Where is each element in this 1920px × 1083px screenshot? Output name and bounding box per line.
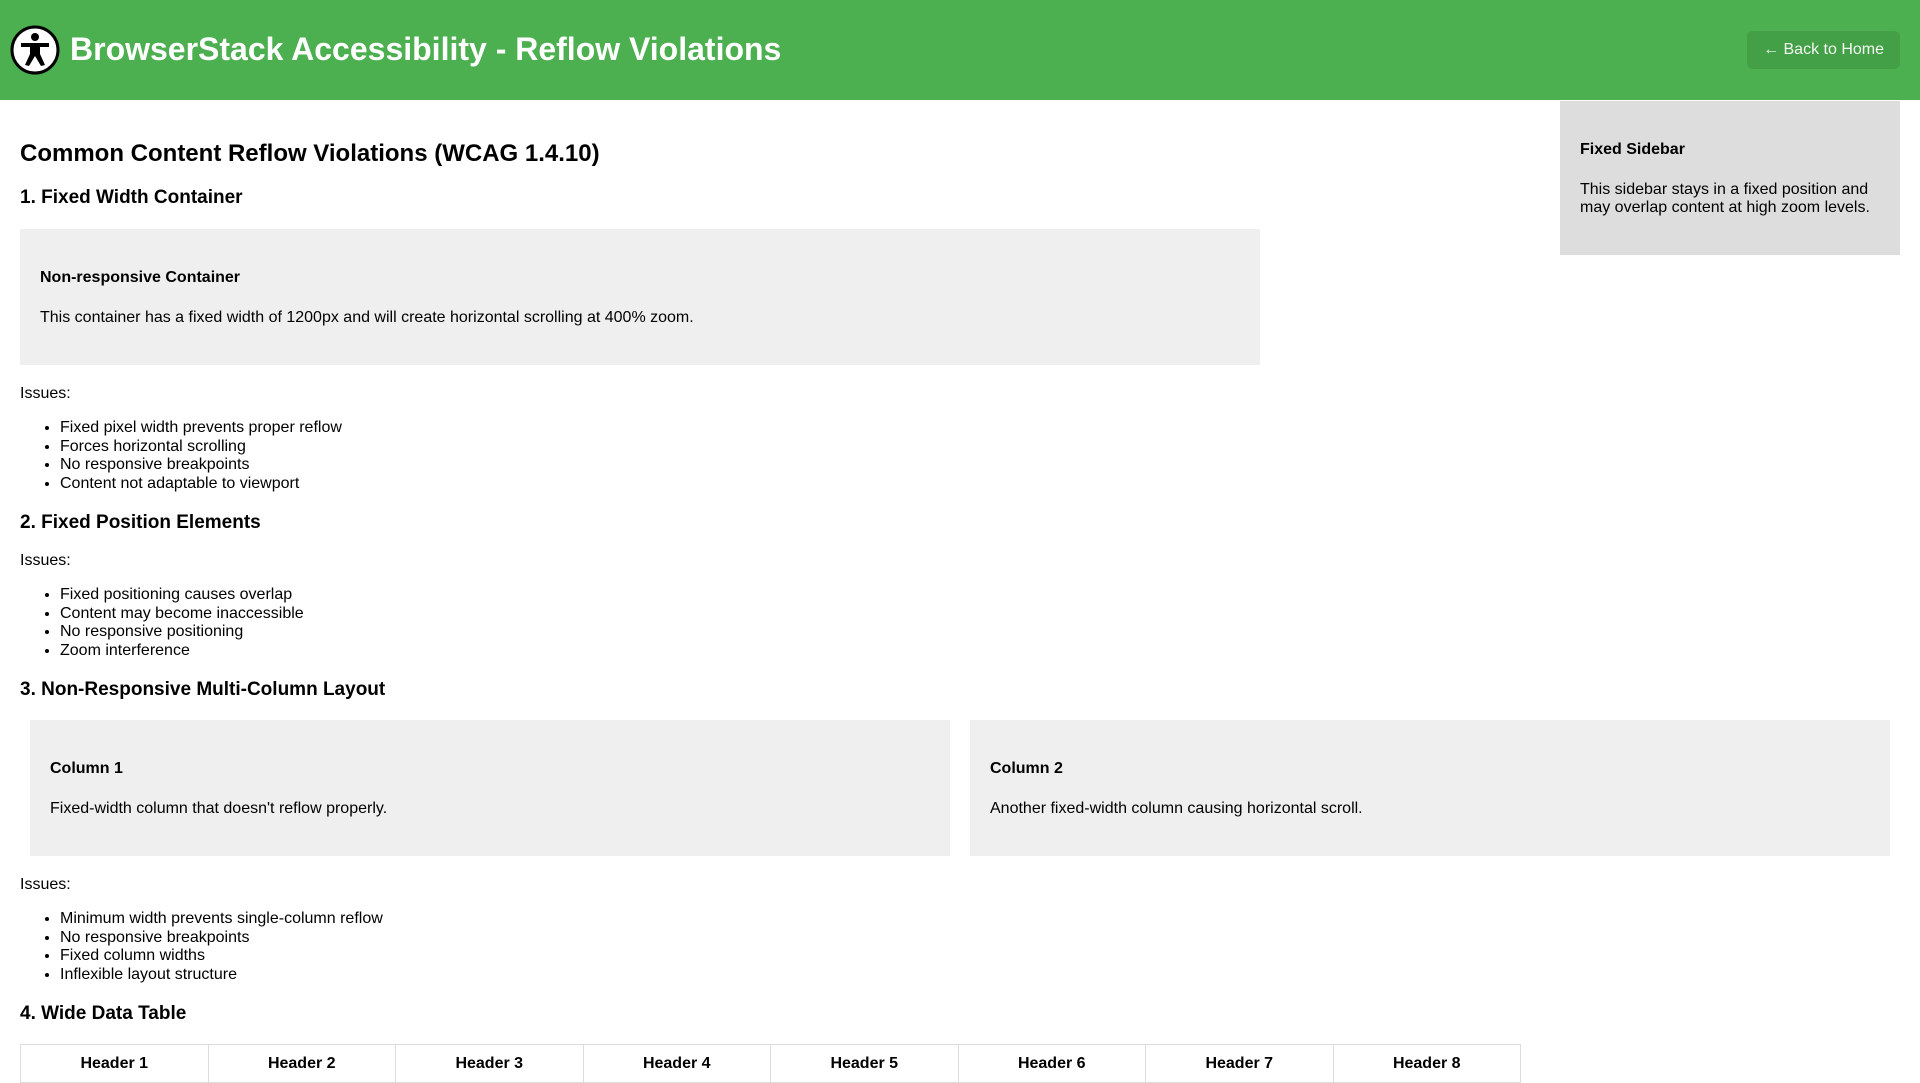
section-title-fixed-width: 1. Fixed Width Container <box>20 187 243 208</box>
column-box: Column 1 Fixed-width column that doesn't… <box>30 720 950 856</box>
table-header-cell: Header 5 <box>770 1044 959 1083</box>
fixed-sidebar: Fixed Sidebar This sidebar stays in a fi… <box>1560 101 1900 255</box>
container-title: Non-responsive Container <box>40 269 241 286</box>
list-item: No responsive breakpoints <box>60 929 383 948</box>
sidebar-text: This sidebar stays in a fixed position a… <box>1580 181 1870 216</box>
list-item: No responsive breakpoints <box>60 456 342 475</box>
column-text: Another fixed-width column causing horiz… <box>990 800 1363 817</box>
non-responsive-container: Non-responsive Container This container … <box>20 229 1260 365</box>
container-text: This container has a fixed width of 1200… <box>40 309 694 326</box>
list-item: Zoom interference <box>60 642 304 661</box>
list-item: Minimum width prevents single-column ref… <box>60 910 383 929</box>
top-bar: BrowserStack Accessibility - Reflow Viol… <box>0 0 1920 100</box>
column-title: Column 2 <box>990 760 1063 777</box>
table-header-cell: Header 7 <box>1145 1044 1334 1083</box>
issues-list: Fixed positioning causes overlap Content… <box>20 586 304 660</box>
issues-list: Fixed pixel width prevents proper reflow… <box>20 419 342 493</box>
section-title-multi-column: 3. Non-Responsive Multi-Column Layout <box>20 679 386 700</box>
list-item: Fixed positioning causes overlap <box>60 586 304 605</box>
issues-list: Minimum width prevents single-column ref… <box>20 910 383 984</box>
page-heading: Common Content Reflow Violations (WCAG 1… <box>20 140 600 167</box>
column-title: Column 1 <box>50 760 123 777</box>
app-title: BrowserStack Accessibility - Reflow Viol… <box>70 31 782 67</box>
list-item: Content may become inaccessible <box>60 605 304 624</box>
column-text: Fixed-width column that doesn't reflow p… <box>50 800 388 817</box>
column-box: Column 2 Another fixed-width column caus… <box>970 720 1890 856</box>
issues-label: Issues: <box>20 552 71 569</box>
list-item: Forces horizontal scrolling <box>60 438 342 457</box>
accessibility-icon <box>10 25 60 75</box>
list-item: Content not adaptable to viewport <box>60 475 342 494</box>
table-header-cell: Header 6 <box>957 1044 1146 1083</box>
list-item: Fixed column widths <box>60 947 383 966</box>
table-header-row: Header 1 Header 2 Header 3 Header 4 Head… <box>20 1044 1521 1083</box>
list-item: Fixed pixel width prevents proper reflow <box>60 419 342 438</box>
section-title-wide-table: 4. Wide Data Table <box>20 1003 187 1024</box>
issues-label: Issues: <box>20 876 71 893</box>
section-title-fixed-position: 2. Fixed Position Elements <box>20 512 261 533</box>
back-to-home-button[interactable]: ← Back to Home <box>1747 31 1900 69</box>
table-header-cell: Header 2 <box>207 1044 396 1083</box>
table-header-cell: Header 4 <box>582 1044 771 1083</box>
table-header-cell: Header 3 <box>395 1044 584 1083</box>
list-item: No responsive positioning <box>60 623 304 642</box>
sidebar-title: Fixed Sidebar <box>1580 141 1685 158</box>
list-item: Inflexible layout structure <box>60 966 383 985</box>
issues-label: Issues: <box>20 385 71 402</box>
table-header-cell: Header 1 <box>20 1044 209 1083</box>
table-header-cell: Header 8 <box>1332 1044 1521 1083</box>
wide-data-table: Header 1 Header 2 Header 3 Header 4 Head… <box>20 1044 1521 1083</box>
